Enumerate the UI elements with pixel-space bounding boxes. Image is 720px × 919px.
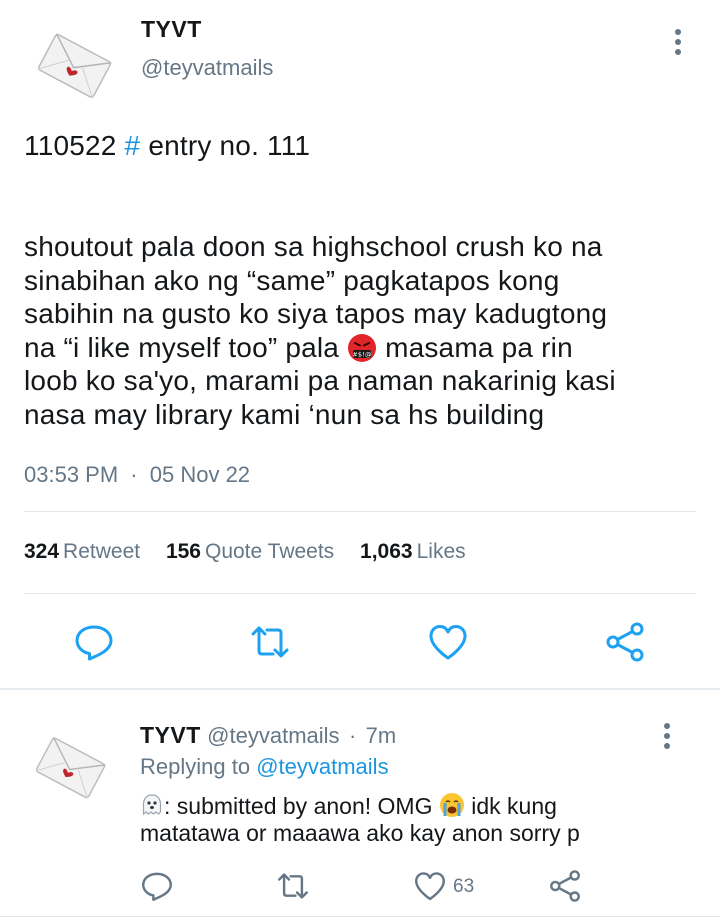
author-name[interactable]: TYVT: [141, 16, 202, 43]
reply-icon[interactable]: [73, 621, 115, 663]
body-line: na “i like myself too” pala #$!@ masama …: [24, 331, 704, 365]
title-prefix: 110522: [24, 130, 117, 161]
body-line-part: na “i like myself too” pala: [24, 331, 340, 363]
body-line-part: masama pa rin: [385, 331, 573, 363]
reply-line-part: idk kung: [471, 793, 557, 819]
ghost-emoji: [142, 794, 162, 816]
reply-line: : submitted by anon! OMG idk kung: [140, 792, 700, 820]
reply-like-count: 63: [453, 876, 475, 897]
share-icon[interactable]: [604, 621, 646, 663]
likes-count: 1,063: [360, 540, 413, 563]
reply-line-part: : submitted by anon! OMG: [164, 793, 433, 819]
reply-author-name[interactable]: TYVT: [140, 722, 201, 748]
retweet-icon[interactable]: [249, 621, 291, 663]
likes-stat[interactable]: 1,063 Likes: [360, 540, 466, 563]
body-line: shoutout pala doon sa highschool crush k…: [24, 231, 603, 262]
svg-text:#$!@: #$!@: [352, 350, 372, 358]
retweet-count: 324: [24, 540, 60, 563]
meta-separator: ·: [130, 462, 138, 487]
reply-time[interactable]: 7m: [366, 723, 397, 748]
body-line: sinabihan ako ng “same” pagkatapos kong: [24, 264, 560, 296]
reply-share-icon[interactable]: [548, 869, 582, 903]
reply-author-handle[interactable]: @teyvatmails: [207, 723, 339, 748]
title-suffix: entry no. 111: [148, 130, 311, 161]
reply-like-icon[interactable]: [413, 869, 447, 903]
replying-prefix: Replying to: [140, 754, 251, 779]
likes-label: Likes: [416, 540, 466, 563]
reply-kebab-icon[interactable]: [662, 722, 672, 752]
quote-count: 156: [165, 540, 201, 563]
like-icon[interactable]: [427, 621, 469, 663]
avatar[interactable]: [36, 26, 114, 104]
body-line: nasa may library kami ‘nun sa hs buildin…: [24, 398, 545, 430]
tweet-date: 05 Nov 22: [149, 462, 251, 487]
replying-handle-link[interactable]: @teyvatmails: [256, 754, 388, 779]
tweet-body: shoutout pala doon sa highschool crush k…: [24, 230, 704, 432]
author-handle[interactable]: @teyvatmails: [141, 55, 273, 81]
angry-emoji: #$!@: [348, 333, 377, 362]
reply-reply-icon[interactable]: [140, 869, 174, 903]
divider: [24, 593, 696, 594]
reply-body: : submitted by anon! OMG idk kung matata…: [140, 792, 700, 847]
hashtag-link[interactable]: #: [125, 130, 141, 161]
tweet-time: 03:53 PM: [24, 462, 119, 487]
tweet-stats: 324 Retweet 156 Quote Tweets 1,063 Likes: [24, 540, 466, 564]
tweet-title: 110522 # entry no. 111: [24, 129, 310, 163]
quote-stat[interactable]: 156 Quote Tweets: [166, 540, 334, 563]
reply-retweet-icon[interactable]: [276, 869, 310, 903]
body-line: loob ko sa'yo, marami pa naman nakarinig…: [24, 365, 616, 397]
meta-separator: ·: [348, 723, 357, 748]
body-line: sabihin na gusto ko siya tapos may kadug…: [24, 298, 608, 330]
reply-avatar[interactable]: [34, 730, 108, 804]
divider: [24, 511, 696, 512]
kebab-icon[interactable]: [673, 28, 683, 58]
quote-label: Quote Tweets: [204, 540, 335, 563]
reply-line: matatawa or maaawa ako kay anon sorry p: [140, 820, 580, 846]
retweet-stat[interactable]: 324 Retweet: [24, 540, 140, 563]
replying-to: Replying to @teyvatmails: [140, 754, 389, 780]
retweet-label: Retweet: [63, 540, 141, 563]
bottom-divider: [0, 916, 720, 917]
crying-emoji: [439, 793, 464, 817]
reply-header: TYVT @teyvatmails · 7m: [140, 722, 396, 749]
section-separator: [0, 688, 720, 690]
tweet-timestamp[interactable]: 03:53 PM · 05 Nov 22: [24, 462, 250, 488]
